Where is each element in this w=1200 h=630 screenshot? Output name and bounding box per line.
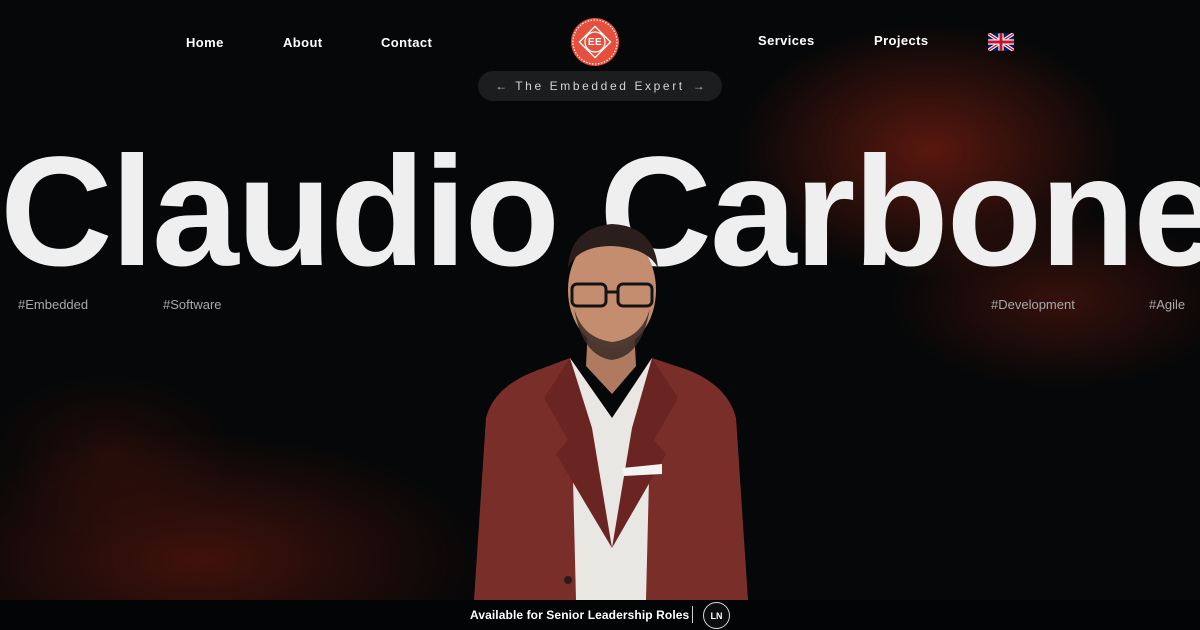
tag-software: #Software	[163, 297, 222, 312]
nav-about-link[interactable]: About	[283, 35, 323, 50]
arrow-left-icon: ←	[495, 79, 508, 93]
tag-embedded: #Embedded	[18, 297, 89, 312]
arrow-right-icon: →	[692, 79, 705, 93]
tagline-pill: ← The Embedded Expert →	[478, 71, 722, 101]
tag-agile: #Agile	[1149, 297, 1186, 312]
uk-flag-icon[interactable]	[987, 31, 1015, 53]
footer-divider	[692, 606, 693, 623]
nav-contact-link[interactable]: Contact	[381, 35, 432, 50]
tag-development: #Development	[991, 297, 1075, 312]
portrait-photo	[474, 224, 748, 600]
logo[interactable]: EE	[571, 18, 619, 66]
nav-home-link[interactable]: Home	[186, 35, 224, 50]
nav-services-link[interactable]: Services	[758, 33, 815, 48]
logo-text: EE	[587, 36, 603, 48]
nav-projects-link[interactable]: Projects	[874, 33, 929, 48]
linkedin-button[interactable]: LN	[703, 602, 730, 629]
tagline-text: The Embedded Expert	[515, 79, 685, 93]
availability-text: Available for Senior Leadership Roles	[470, 608, 690, 622]
